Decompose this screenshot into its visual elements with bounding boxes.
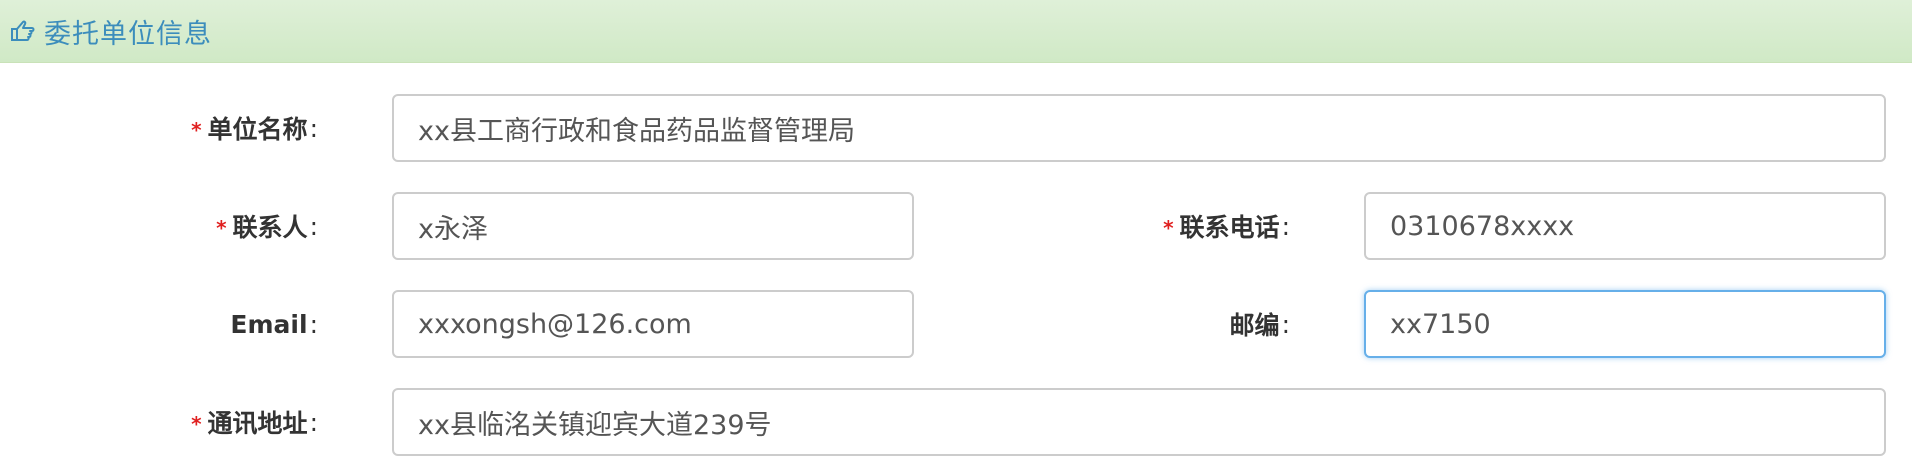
label-colon: : <box>309 407 318 437</box>
postcode-input[interactable] <box>1364 290 1886 358</box>
phone-label-text: 联系电话 <box>1179 213 1280 242</box>
address-label-text: 通讯地址 <box>207 409 308 438</box>
postcode-label-text: 邮编 <box>1229 311 1280 340</box>
email-label-text: Email <box>230 309 308 339</box>
address-label: * 通讯地址 : <box>191 388 318 456</box>
panel-header: 委托单位信息 <box>0 0 1912 63</box>
required-marker: * <box>1163 216 1174 240</box>
unit-name-input[interactable] <box>392 94 1886 162</box>
client-unit-info-panel: 委托单位信息 * 单位名称 : * 联系人 : * 联系电话 : Email : <box>0 0 1912 476</box>
required-marker: * <box>216 216 227 240</box>
form-row-unit-name: * 单位名称 : <box>0 94 1912 162</box>
postcode-label: 邮编 : <box>1230 290 1290 358</box>
required-marker: * <box>191 118 202 142</box>
form-row-email: Email : 邮编 : <box>0 290 1912 358</box>
panel-title: 委托单位信息 <box>44 18 212 50</box>
label-colon: : <box>1281 309 1290 339</box>
form-row-address: * 通讯地址 : <box>0 388 1912 456</box>
email-label: Email : <box>230 290 318 358</box>
unit-name-label: * 单位名称 : <box>191 94 318 162</box>
unit-name-label-text: 单位名称 <box>207 115 308 144</box>
form-row-contact: * 联系人 : * 联系电话 : <box>0 192 1912 260</box>
hand-point-right-icon <box>10 18 36 44</box>
address-input[interactable] <box>392 388 1886 456</box>
label-colon: : <box>309 113 318 143</box>
label-colon: : <box>1281 211 1290 241</box>
email-input[interactable] <box>392 290 914 358</box>
contact-label-text: 联系人 <box>232 213 308 242</box>
label-colon: : <box>309 211 318 241</box>
contact-input[interactable] <box>392 192 914 260</box>
phone-label: * 联系电话 : <box>1163 192 1290 260</box>
label-colon: : <box>309 309 318 339</box>
phone-input[interactable] <box>1364 192 1886 260</box>
required-marker: * <box>191 412 202 436</box>
contact-label: * 联系人 : <box>216 192 318 260</box>
